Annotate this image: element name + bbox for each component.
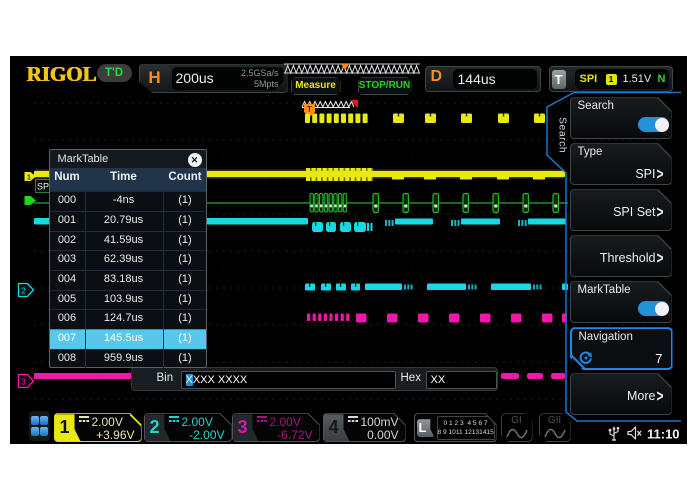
svg-text:3: 3 xyxy=(21,378,26,387)
svg-text:2: 2 xyxy=(21,287,26,296)
svg-text:T: T xyxy=(307,105,312,114)
svg-text:1: 1 xyxy=(26,173,30,182)
